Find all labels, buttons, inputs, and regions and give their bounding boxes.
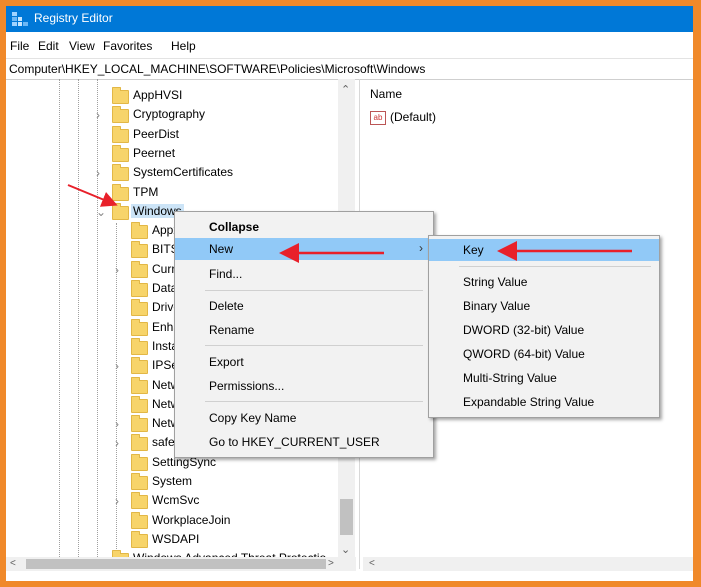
submenu-item-string-value[interactable]: String Value (429, 271, 659, 293)
context-menu: Collapse New › Find... Delete Rename Expo… (174, 211, 434, 458)
folder-icon (112, 144, 129, 162)
folder-icon (131, 473, 148, 490)
tree-item-label: System (152, 474, 193, 488)
menu-edit[interactable]: Edit (38, 39, 59, 53)
folder-icon (131, 415, 148, 433)
menu-item-copy-key-name[interactable]: Copy Key Name (175, 407, 433, 429)
folder-icon (112, 202, 129, 220)
menu-file[interactable]: File (10, 39, 29, 53)
chevron-right-icon[interactable]: › (115, 417, 119, 431)
folder-icon (131, 357, 148, 375)
submenu-item-qword-value[interactable]: QWORD (64-bit) Value (429, 343, 659, 365)
scroll-up-icon[interactable]: ⌃ (341, 83, 350, 96)
tree-item-label: SystemCertificates (133, 165, 234, 180)
folder-icon (131, 299, 148, 317)
tree-item-label: PeerDist (133, 126, 180, 141)
folder-icon (131, 395, 148, 413)
folder-icon (112, 87, 129, 104)
menu-item-find[interactable]: Find... (175, 263, 433, 285)
column-header-name[interactable]: Name (370, 87, 402, 101)
folder-icon (131, 318, 148, 336)
folder-icon (131, 376, 148, 394)
folder-icon (131, 511, 148, 529)
folder-icon (112, 164, 129, 182)
menu-item-delete[interactable]: Delete (175, 295, 433, 317)
string-value-icon: ab (370, 111, 386, 125)
new-submenu: Key String Value Binary Value DWORD (32-… (428, 235, 660, 418)
folder-icon (131, 222, 148, 240)
tree-item-label: AppHVSI (133, 88, 183, 102)
tree-item-label: TPM (133, 184, 159, 199)
chevron-right-icon[interactable]: › (115, 436, 119, 450)
menu-item-permissions[interactable]: Permissions... (175, 375, 433, 397)
folder-icon (131, 280, 148, 297)
values-horizontal-scrollbar[interactable]: < (363, 557, 693, 571)
menu-help[interactable]: Help (171, 39, 196, 53)
submenu-item-expandable-string-value[interactable]: Expandable String Value (429, 391, 659, 413)
scroll-right-icon[interactable]: > (328, 558, 334, 569)
chevron-down-icon[interactable]: ⌄ (96, 205, 106, 219)
chevron-right-icon[interactable]: › (115, 359, 119, 373)
folder-icon (131, 434, 148, 452)
menu-item-go-to-hkcu[interactable]: Go to HKEY_CURRENT_USER (175, 431, 433, 453)
address-bar[interactable]: Computer\HKEY_LOCAL_MACHINE\SOFTWARE\Pol… (6, 58, 693, 80)
menu-item-new[interactable]: New › (175, 238, 433, 260)
folder-icon (131, 241, 148, 259)
window-title: Registry Editor (34, 11, 113, 25)
folder-icon (112, 125, 129, 143)
folder-icon (131, 337, 148, 355)
scroll-left-icon[interactable]: < (10, 558, 16, 569)
menu-view[interactable]: View (69, 39, 95, 53)
menu-item-rename[interactable]: Rename (175, 319, 433, 341)
chevron-right-icon[interactable]: › (96, 166, 100, 180)
scroll-left-icon[interactable]: < (369, 558, 375, 569)
default-value-name: (Default) (390, 110, 437, 124)
tree-horizontal-scrollbar[interactable]: < > (6, 557, 356, 571)
folder-icon (112, 106, 129, 124)
registry-editor-icon (12, 12, 28, 26)
menu-item-export[interactable]: Export (175, 351, 433, 373)
submenu-item-multi-string-value[interactable]: Multi-String Value (429, 367, 659, 389)
tree-item-label: WcmSvc (152, 493, 200, 508)
folder-icon (131, 492, 148, 510)
tree-item-label: Cryptography (133, 107, 206, 122)
tree-item-label: WorkplaceJoin (152, 512, 231, 527)
submenu-item-binary-value[interactable]: Binary Value (429, 295, 659, 317)
scrollbar-thumb[interactable] (340, 499, 353, 535)
address-path: Computer\HKEY_LOCAL_MACHINE\SOFTWARE\Pol… (9, 62, 426, 76)
menu-item-collapse[interactable]: Collapse (175, 216, 433, 238)
horizontal-scrollbar-thumb[interactable] (26, 559, 326, 569)
chevron-right-icon[interactable]: › (115, 494, 119, 508)
title-bar[interactable]: Registry Editor (6, 6, 693, 32)
tree-item-label: WSDAPI (152, 531, 200, 546)
chevron-right-icon[interactable]: › (96, 108, 100, 122)
submenu-arrow-icon: › (419, 241, 423, 255)
scroll-down-icon[interactable]: ⌄ (341, 543, 350, 556)
folder-icon (112, 183, 129, 201)
folder-icon (131, 260, 148, 278)
menu-favorites[interactable]: Favorites (103, 39, 152, 53)
submenu-item-key[interactable]: Key (429, 239, 659, 261)
submenu-item-dword-value[interactable]: DWORD (32-bit) Value (429, 319, 659, 341)
folder-icon (131, 453, 148, 471)
tree-item-label: Curr (152, 261, 176, 276)
tree-item-label: Peernet (133, 145, 176, 160)
folder-icon (131, 530, 148, 548)
chevron-right-icon[interactable]: › (115, 263, 119, 277)
